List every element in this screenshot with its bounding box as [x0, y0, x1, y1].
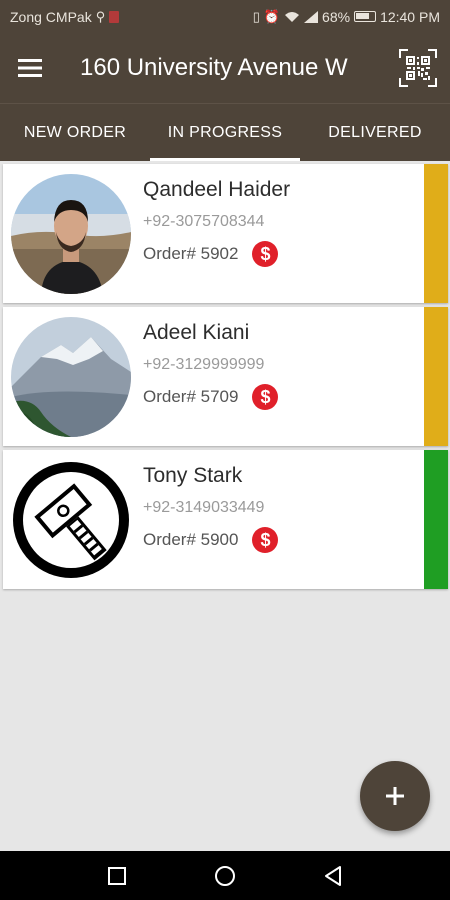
- carrier-label: Zong CMPak: [10, 8, 92, 25]
- vibrate-icon: ▯: [252, 9, 260, 24]
- system-nav-bar: [0, 851, 450, 900]
- tab-delivered[interactable]: DELIVERED: [300, 104, 450, 161]
- customer-phone: +92-3129999999: [143, 356, 265, 373]
- status-bar: Zong CMPak ⚲ ▯ ⏰ 68% 12:40 PM: [0, 0, 450, 33]
- battery-icon: [354, 11, 377, 22]
- usb-icon: ⚲: [95, 9, 106, 24]
- dollar-icon[interactable]: $: [252, 384, 279, 410]
- tab-in-progress[interactable]: IN PROGRESS: [150, 104, 300, 161]
- home-icon[interactable]: [210, 861, 240, 891]
- app-bar: 160 University Avenue W: [0, 33, 450, 103]
- qr-code-icon[interactable]: [386, 38, 450, 98]
- customer-phone: +92-3149033449: [143, 499, 265, 516]
- order-card[interactable]: Qandeel Haider +92-3075708344 Order# 590…: [3, 164, 448, 303]
- customer-avatar: [11, 317, 131, 437]
- customer-name: Adeel Kiani: [143, 321, 250, 344]
- hamburger-menu-icon[interactable]: [0, 38, 60, 98]
- back-icon[interactable]: [318, 861, 348, 891]
- customer-avatar: [11, 460, 131, 580]
- status-indicator: [424, 307, 448, 446]
- status-indicator: [424, 164, 448, 303]
- location-title: 160 University Avenue W: [80, 54, 348, 81]
- order-card[interactable]: Tony Stark +92-3149033449 Order# 5900 $: [3, 450, 448, 589]
- order-tabs: NEW ORDER IN PROGRESS DELIVERED: [0, 103, 450, 161]
- wifi-icon: [285, 11, 300, 22]
- customer-avatar: [11, 174, 131, 294]
- alarm-icon: ⏰: [263, 9, 281, 24]
- tab-new-order[interactable]: NEW ORDER: [0, 104, 150, 161]
- dollar-icon[interactable]: $: [252, 241, 279, 267]
- plus-icon: [386, 787, 404, 805]
- order-number: Order# 5902: [143, 244, 239, 263]
- customer-name: Tony Stark: [143, 464, 243, 487]
- dollar-icon[interactable]: $: [252, 527, 279, 553]
- battery-percent: 68%: [322, 8, 351, 25]
- clock: 12:40 PM: [380, 8, 440, 25]
- order-number: Order# 5900: [143, 530, 239, 549]
- app-screen: Zong CMPak ⚲ ▯ ⏰ 68% 12:40 PM 160 Univer…: [0, 0, 450, 900]
- recent-apps-icon[interactable]: [102, 861, 132, 891]
- customer-name: Qandeel Haider: [143, 178, 291, 201]
- status-indicator: [424, 450, 448, 589]
- customer-phone: +92-3075708344: [143, 213, 265, 230]
- add-order-button[interactable]: [360, 761, 430, 831]
- order-card[interactable]: Adeel Kiani +92-3129999999 Order# 5709 $: [3, 307, 448, 446]
- sim-notification-icon: [109, 10, 120, 23]
- order-number: Order# 5709: [143, 387, 239, 406]
- signal-icon: [304, 10, 319, 23]
